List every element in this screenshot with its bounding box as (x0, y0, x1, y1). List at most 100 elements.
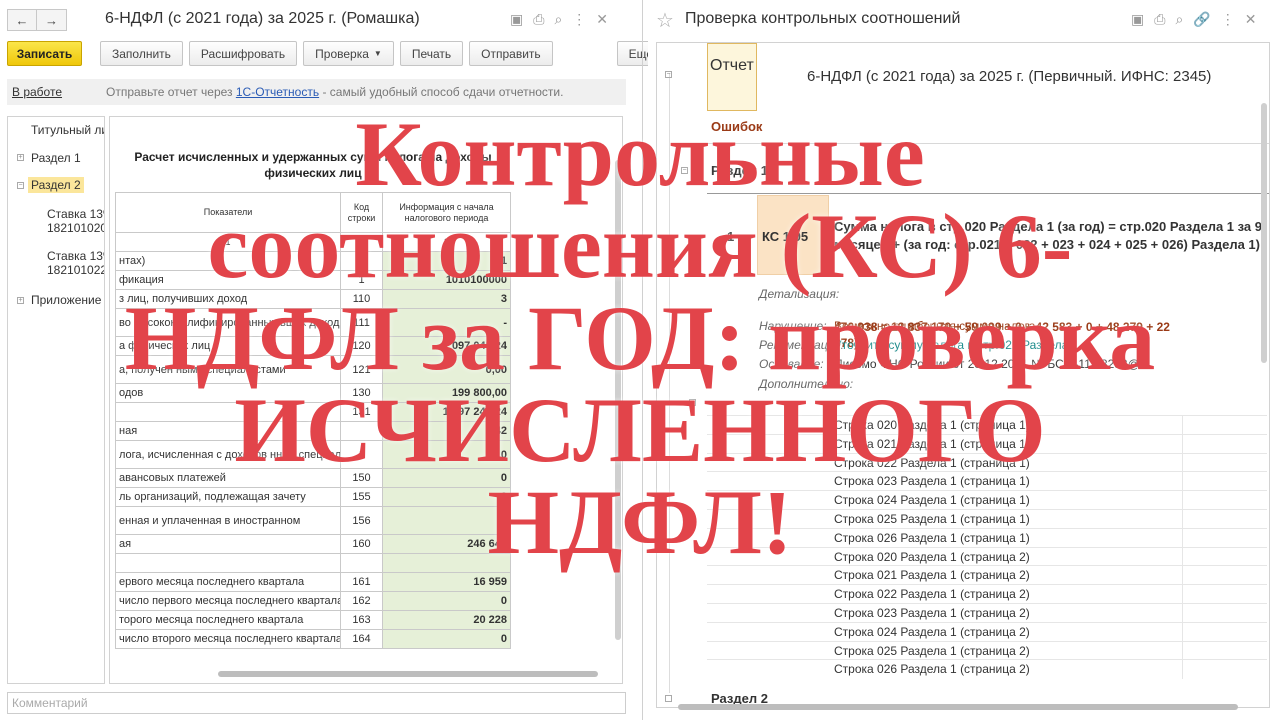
tree-item-rate1[interactable]: Ставка 13%1821010201 (47, 207, 104, 235)
table-row: фикация 1 1010100000 (115, 270, 616, 290)
row-value[interactable]: 0,00 (382, 355, 511, 384)
print-icon[interactable]: ⎙ (1154, 11, 1165, 28)
row-code: 1 (340, 270, 383, 290)
list-item[interactable]: Строка 026 Раздела 1 (страница 1) (707, 527, 1267, 548)
form-area: Расчет исчисленных и удержанных сумм нал… (109, 116, 623, 684)
row-text: Строка 023 Раздела 1 (страница 1) (834, 474, 1030, 489)
kc-code-cell[interactable]: КС 1.05 (757, 195, 829, 275)
tree-item-section1[interactable]: Раздел 1 (31, 151, 81, 165)
expand-icon[interactable]: + (17, 297, 24, 304)
status-link[interactable]: В работе (12, 85, 62, 99)
check-button[interactable]: Проверка ▼ (303, 41, 394, 66)
preview-icon[interactable]: ⌕ (1175, 11, 1183, 28)
list-item[interactable]: Строка 026 Раздела 1 (страница 2) (707, 659, 1267, 680)
row-value[interactable]: 0 (382, 629, 511, 649)
back-button[interactable]: ← (7, 9, 37, 31)
tree-item-section2[interactable]: Раздел 2 (28, 177, 84, 193)
row-value[interactable]: 1 897 245,24 (382, 402, 511, 422)
row-value[interactable]: 3 (382, 289, 511, 309)
list-item[interactable]: Строка 022 Раздела 1 (страница 1) (707, 452, 1267, 473)
tree-item-rate2[interactable]: Ставка 13%1821010221 (47, 249, 104, 277)
table-row (115, 553, 616, 573)
save-icon[interactable]: ▣ (510, 11, 523, 28)
list-item[interactable]: Строка 022 Раздела 1 (страница 2) (707, 584, 1267, 605)
save-button[interactable]: Записать (7, 41, 82, 66)
row-value[interactable]: 0 (382, 440, 511, 469)
row-value[interactable]: - (382, 308, 511, 337)
vertical-scrollbar[interactable] (1261, 103, 1267, 363)
row-value[interactable]: 0 (382, 468, 511, 488)
row-value[interactable]: 0 (382, 506, 511, 535)
list-item[interactable]: Строка 025 Раздела 1 (страница 1) (707, 509, 1267, 529)
window-icons: ▣ ⎙ ⌕ 🔗 ⋮ ✕ (1131, 11, 1256, 28)
collapse-icon[interactable]: − (689, 399, 696, 406)
row-value[interactable]: 0 (382, 487, 511, 507)
row-separator (1182, 622, 1183, 642)
reporting-link[interactable]: 1С-Отчетность (236, 85, 319, 99)
send-button[interactable]: Отправить (469, 41, 553, 66)
collapse-icon[interactable]: − (665, 71, 672, 78)
row-code: 1 (340, 440, 383, 469)
horizontal-scrollbar[interactable] (678, 704, 1238, 710)
print-button[interactable]: Печать (399, 41, 464, 66)
row-value[interactable] (382, 553, 511, 573)
row-value[interactable]: 199 800,00 (382, 383, 511, 403)
row-empty (511, 252, 616, 271)
row-value[interactable]: 246 642 (382, 534, 511, 554)
row-value[interactable]: 2 097 045,24 (382, 336, 511, 356)
link-icon[interactable]: 🔗 (1193, 11, 1210, 28)
list-item[interactable]: Строка 024 Раздела 1 (страница 1) (707, 490, 1267, 511)
status-bar: В работе Отправьте отчет через 1С-Отчетн… (7, 79, 626, 105)
row-text: Строка 025 Раздела 1 (страница 1) (834, 512, 1030, 526)
print-icon[interactable]: ⎙ (533, 11, 544, 28)
list-item[interactable]: Строка 020 Раздела 1 (страница 1) (707, 415, 1267, 435)
row-separator (1182, 434, 1183, 454)
more-icon[interactable]: ⋮ (1221, 11, 1235, 28)
close-icon[interactable]: ✕ (1245, 11, 1257, 28)
list-item[interactable]: Строка 020 Раздела 1 (страница 2) (707, 546, 1267, 567)
row-label: фикация (115, 270, 341, 290)
preview-icon[interactable]: ⌕ (554, 11, 562, 28)
row-code (340, 421, 383, 441)
more-icon[interactable]: ⋮ (572, 11, 586, 28)
list-item[interactable]: Строка 021 Раздела 1 (страница 2) (707, 565, 1267, 586)
list-item[interactable]: Строка 025 Раздела 1 (страница 2) (707, 640, 1267, 661)
comment-field[interactable]: Комментарий (7, 692, 626, 714)
row-label: з лиц, получивших доход (115, 289, 341, 309)
row-value[interactable]: 16 959 (382, 572, 511, 592)
close-icon[interactable]: ✕ (596, 11, 608, 28)
save-icon[interactable]: ▣ (1131, 11, 1144, 28)
tree-item-title-page[interactable]: Титульный ли (31, 123, 104, 137)
row-text: Строка 024 Раздела 1 (страница 1) (834, 493, 1030, 508)
tree-item-appendix[interactable]: Приложение 1 (31, 293, 104, 307)
list-item[interactable]: Строка 023 Раздела 1 (страница 2) (707, 603, 1267, 623)
vertical-scrollbar[interactable] (615, 160, 621, 640)
expand-icon[interactable]: + (17, 154, 24, 161)
list-item[interactable]: Строка 023 Раздела 1 (страница 1) (707, 471, 1267, 492)
scroll-thumb[interactable] (218, 671, 598, 677)
row-text: Строка 026 Раздела 1 (страница 2) (834, 662, 1030, 677)
list-item[interactable]: Строка 024 Раздела 1 (страница 2) (707, 621, 1267, 642)
fill-button[interactable]: Заполнить (100, 41, 183, 66)
row-text: Строка 025 Раздела 1 (страница 2) (834, 643, 1030, 658)
row-value[interactable]: 0 (382, 591, 511, 611)
row-value[interactable]: 642 (382, 421, 511, 441)
window-divider[interactable] (642, 0, 643, 720)
star-icon[interactable]: ☆ (656, 8, 674, 33)
collapse-icon[interactable]: − (17, 182, 24, 189)
row-value[interactable]: 20 228 (382, 610, 511, 630)
forward-button[interactable]: → (37, 9, 67, 31)
row-text: Строка 020 Раздела 1 (страница 1) (834, 418, 1030, 432)
list-item[interactable]: Строка 021 Раздела 1 (страница 1) (707, 433, 1267, 454)
horizontal-scrollbar[interactable] (118, 668, 610, 680)
decode-button[interactable]: Расшифровать (188, 41, 298, 66)
row-empty (511, 592, 616, 611)
row-code: 163 (340, 610, 383, 630)
row-value[interactable]: 1010100000 (382, 270, 511, 290)
nav-buttons: ← → (7, 9, 67, 31)
row-value[interactable]: 1 (382, 251, 511, 271)
basis-label: Основание: (759, 357, 824, 371)
chevron-down-icon: ▼ (373, 49, 382, 58)
collapse-icon[interactable]: − (681, 167, 688, 174)
expand-icon[interactable] (665, 695, 672, 702)
